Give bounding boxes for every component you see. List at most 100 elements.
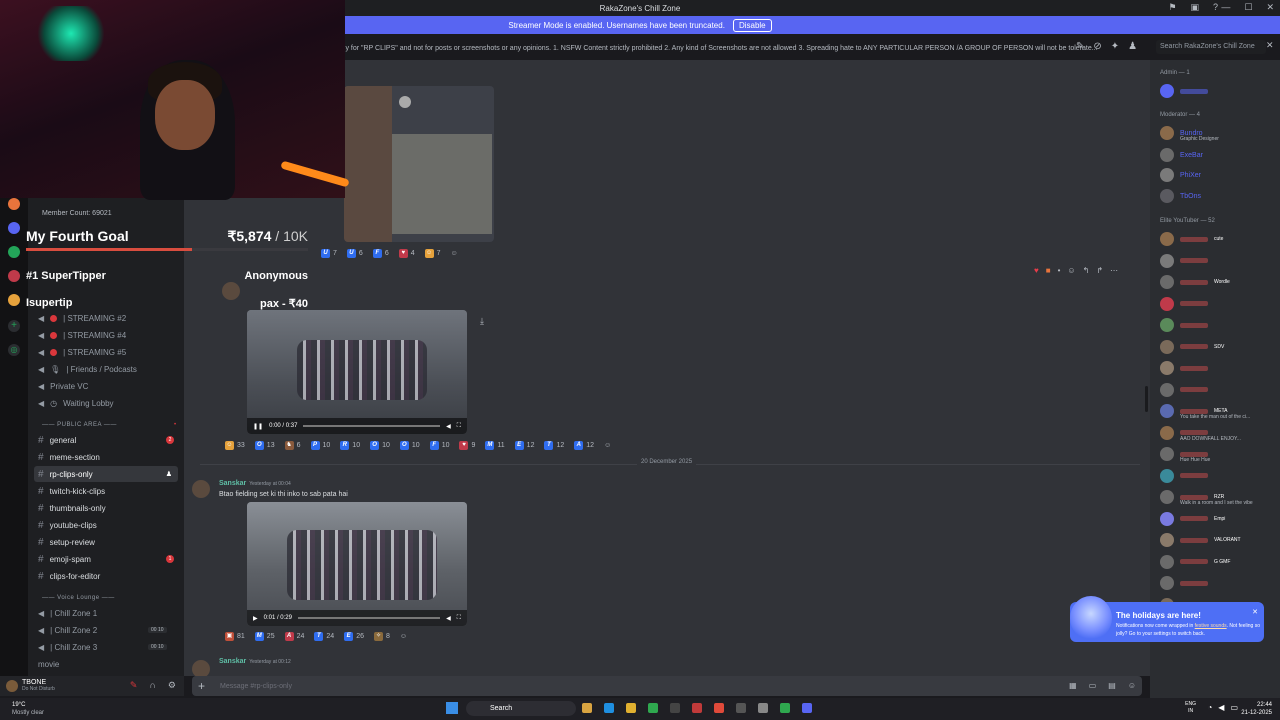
attach-plus-icon[interactable]: +	[198, 679, 205, 693]
settings-gear-icon[interactable]: ⚙	[168, 680, 176, 691]
taskbar-search[interactable]: Search	[466, 701, 576, 716]
member-item[interactable]: VALORANT	[1160, 533, 1241, 547]
reaction[interactable]: F6	[370, 248, 392, 259]
language-indicator[interactable]: ENG IN	[1185, 701, 1196, 715]
reaction[interactable]: T 24	[311, 631, 337, 642]
emoji-icon[interactable]: ☺	[1128, 681, 1136, 690]
member-item[interactable]: Hue Hue Hue	[1160, 447, 1214, 463]
screen-icon[interactable]: ▣	[1190, 2, 1199, 13]
message-author[interactable]: Sanskar Yesterday at 00:04	[219, 480, 291, 487]
reaction[interactable]: ✧ 8	[371, 631, 393, 642]
member-item[interactable]	[1160, 296, 1214, 311]
category-voice-lounge[interactable]: —— Voice Lounge ——	[42, 595, 115, 601]
member-item[interactable]	[1160, 576, 1214, 590]
channel-setup-review[interactable]: # setup-review	[38, 534, 95, 550]
pause-icon[interactable]: ❚❚	[253, 423, 263, 430]
member-list-icon[interactable]: ♟	[1128, 41, 1137, 52]
member-item[interactable]	[1160, 468, 1214, 483]
chrome-icon[interactable]	[780, 703, 790, 713]
reaction[interactable]: E 12	[512, 440, 538, 451]
volume-icon[interactable]: ◀	[446, 615, 451, 622]
reaction[interactable]: O 13	[252, 440, 278, 451]
video-player[interactable]: ▶ 0:01 / 0:29 ◀ ⛶	[247, 502, 467, 626]
member-item[interactable]: RZR Walk in a room and I set the vibe	[1160, 490, 1253, 506]
react-icon[interactable]: ♥	[1034, 266, 1039, 275]
volume-icon[interactable]: ◀	[1218, 703, 1224, 712]
volume-icon[interactable]: ◀	[446, 423, 451, 430]
channel-clips-for-editor[interactable]: # clips-for-editor	[38, 568, 100, 584]
reaction[interactable]: R 10	[337, 440, 363, 451]
reaction[interactable]: E 26	[341, 631, 367, 642]
chat-scrollbar[interactable]	[1145, 386, 1148, 412]
member-item[interactable]	[1160, 382, 1214, 397]
close-button[interactable]: ✕	[1266, 2, 1274, 13]
reply-icon[interactable]: ↰	[1083, 266, 1090, 275]
member-item[interactable]: Bundro Graphic Designer	[1160, 126, 1219, 142]
reaction[interactable]: A 12	[571, 440, 597, 451]
category-public-area[interactable]: —— PUBLIC AREA ——	[42, 422, 117, 428]
battery-icon[interactable]: ▭	[1230, 703, 1238, 712]
channel-thumbnails-only[interactable]: # thumbnails-only	[38, 500, 106, 516]
voice-channel-chill-zone-3[interactable]: ◀ | Chill Zone 3	[38, 639, 97, 655]
reaction[interactable]: O 10	[367, 440, 393, 451]
voice-channel-streaming-5[interactable]: ◀ | STREAMING #5	[38, 344, 126, 360]
member-item[interactable]: TbOns	[1160, 189, 1201, 203]
add-reaction-icon[interactable]: ☺	[448, 249, 461, 258]
channel-meme-section[interactable]: # meme-section	[38, 449, 100, 465]
reaction[interactable]: M 25	[252, 631, 278, 642]
member-item[interactable]: SDV	[1160, 339, 1224, 354]
member-item[interactable]: Empi	[1160, 511, 1225, 526]
add-reaction-icon[interactable]: ☺	[601, 441, 614, 450]
fullscreen-icon[interactable]: ⛶	[457, 615, 461, 622]
reaction[interactable]: P 10	[308, 440, 334, 451]
voice-channel-friends-podcasts[interactable]: ◀ 🎙 | Friends / Podcasts	[38, 361, 137, 377]
add-member-icon[interactable]: ♟	[166, 470, 172, 478]
reaction[interactable]: ☺ 33	[222, 440, 248, 451]
play-icon[interactable]: ▶	[253, 615, 258, 622]
disable-streamer-button[interactable]: Disable	[732, 18, 772, 32]
reaction[interactable]: U7	[318, 248, 340, 259]
app-icon[interactable]	[758, 703, 768, 713]
pinned-icon[interactable]: ✦	[1111, 41, 1119, 52]
message-author[interactable]: Sanskar Yesterday at 00:12	[219, 658, 291, 665]
gift-icon[interactable]: ▦	[1069, 681, 1077, 690]
add-reaction-icon[interactable]: ☺	[397, 632, 410, 641]
festive-sounds-link[interactable]: festive sounds	[1195, 623, 1227, 629]
channel-youtube-clips[interactable]: # youtube-clips	[38, 517, 97, 533]
emoji-icon[interactable]: ☺	[1067, 266, 1075, 275]
channel-rp-clips-only[interactable]: # rp-clips-only ♟	[34, 466, 178, 482]
folder-icon[interactable]	[626, 703, 636, 713]
reaction[interactable]: ☺ 7	[422, 248, 444, 259]
gif-icon[interactable]: ▭	[1089, 681, 1097, 690]
voice-channel-chill-zone-2[interactable]: ◀ | Chill Zone 2	[38, 622, 97, 638]
minimize-button[interactable]: —	[1221, 2, 1230, 13]
reaction[interactable]: A 24	[282, 631, 308, 642]
app-icon[interactable]	[670, 703, 680, 713]
member-item[interactable]: cute	[1160, 232, 1223, 246]
member-item[interactable]	[1160, 84, 1208, 98]
reaction[interactable]: ♥ 9	[456, 440, 478, 451]
reaction[interactable]: F 10	[427, 440, 453, 451]
avatar[interactable]	[192, 480, 210, 498]
taskbar-clock[interactable]: 22:44 21-12-2025	[1241, 701, 1272, 717]
channel-topic[interactable]: nly for "RP CLIPS" and not for posts or …	[340, 37, 1150, 59]
video-seekbar[interactable]	[297, 617, 441, 619]
reaction[interactable]: ♞ 6	[282, 440, 304, 451]
react-icon[interactable]: ■	[1046, 266, 1051, 275]
channel-twitch-kick-clips[interactable]: # twitch-kick-clips	[38, 483, 105, 499]
channel-emoji-spam[interactable]: # emoji-spam	[38, 551, 91, 567]
more-icon[interactable]: ⋯	[1110, 266, 1118, 275]
voice-channel-streaming-4[interactable]: ◀ | STREAMING #4	[38, 327, 126, 343]
avatar[interactable]	[6, 680, 18, 692]
app-icon[interactable]	[736, 703, 746, 713]
member-item[interactable]	[1160, 318, 1214, 332]
add-server-icon[interactable]: +	[8, 320, 20, 332]
close-icon[interactable]: ✕	[1252, 608, 1258, 616]
voice-channel-waiting-lobby[interactable]: ◀ ◷ Waiting Lobby	[38, 395, 114, 411]
message-composer[interactable]: + Message #rp-clips-only ▦ ▭ ▤ ☺	[192, 676, 1142, 696]
file-explorer-icon[interactable]	[582, 703, 592, 713]
chrome-icon[interactable]	[648, 703, 658, 713]
inbox-icon[interactable]: ⚑	[1168, 2, 1176, 13]
download-icon[interactable]: ⤓	[480, 316, 484, 327]
forward-icon[interactable]: ↱	[1096, 266, 1103, 275]
